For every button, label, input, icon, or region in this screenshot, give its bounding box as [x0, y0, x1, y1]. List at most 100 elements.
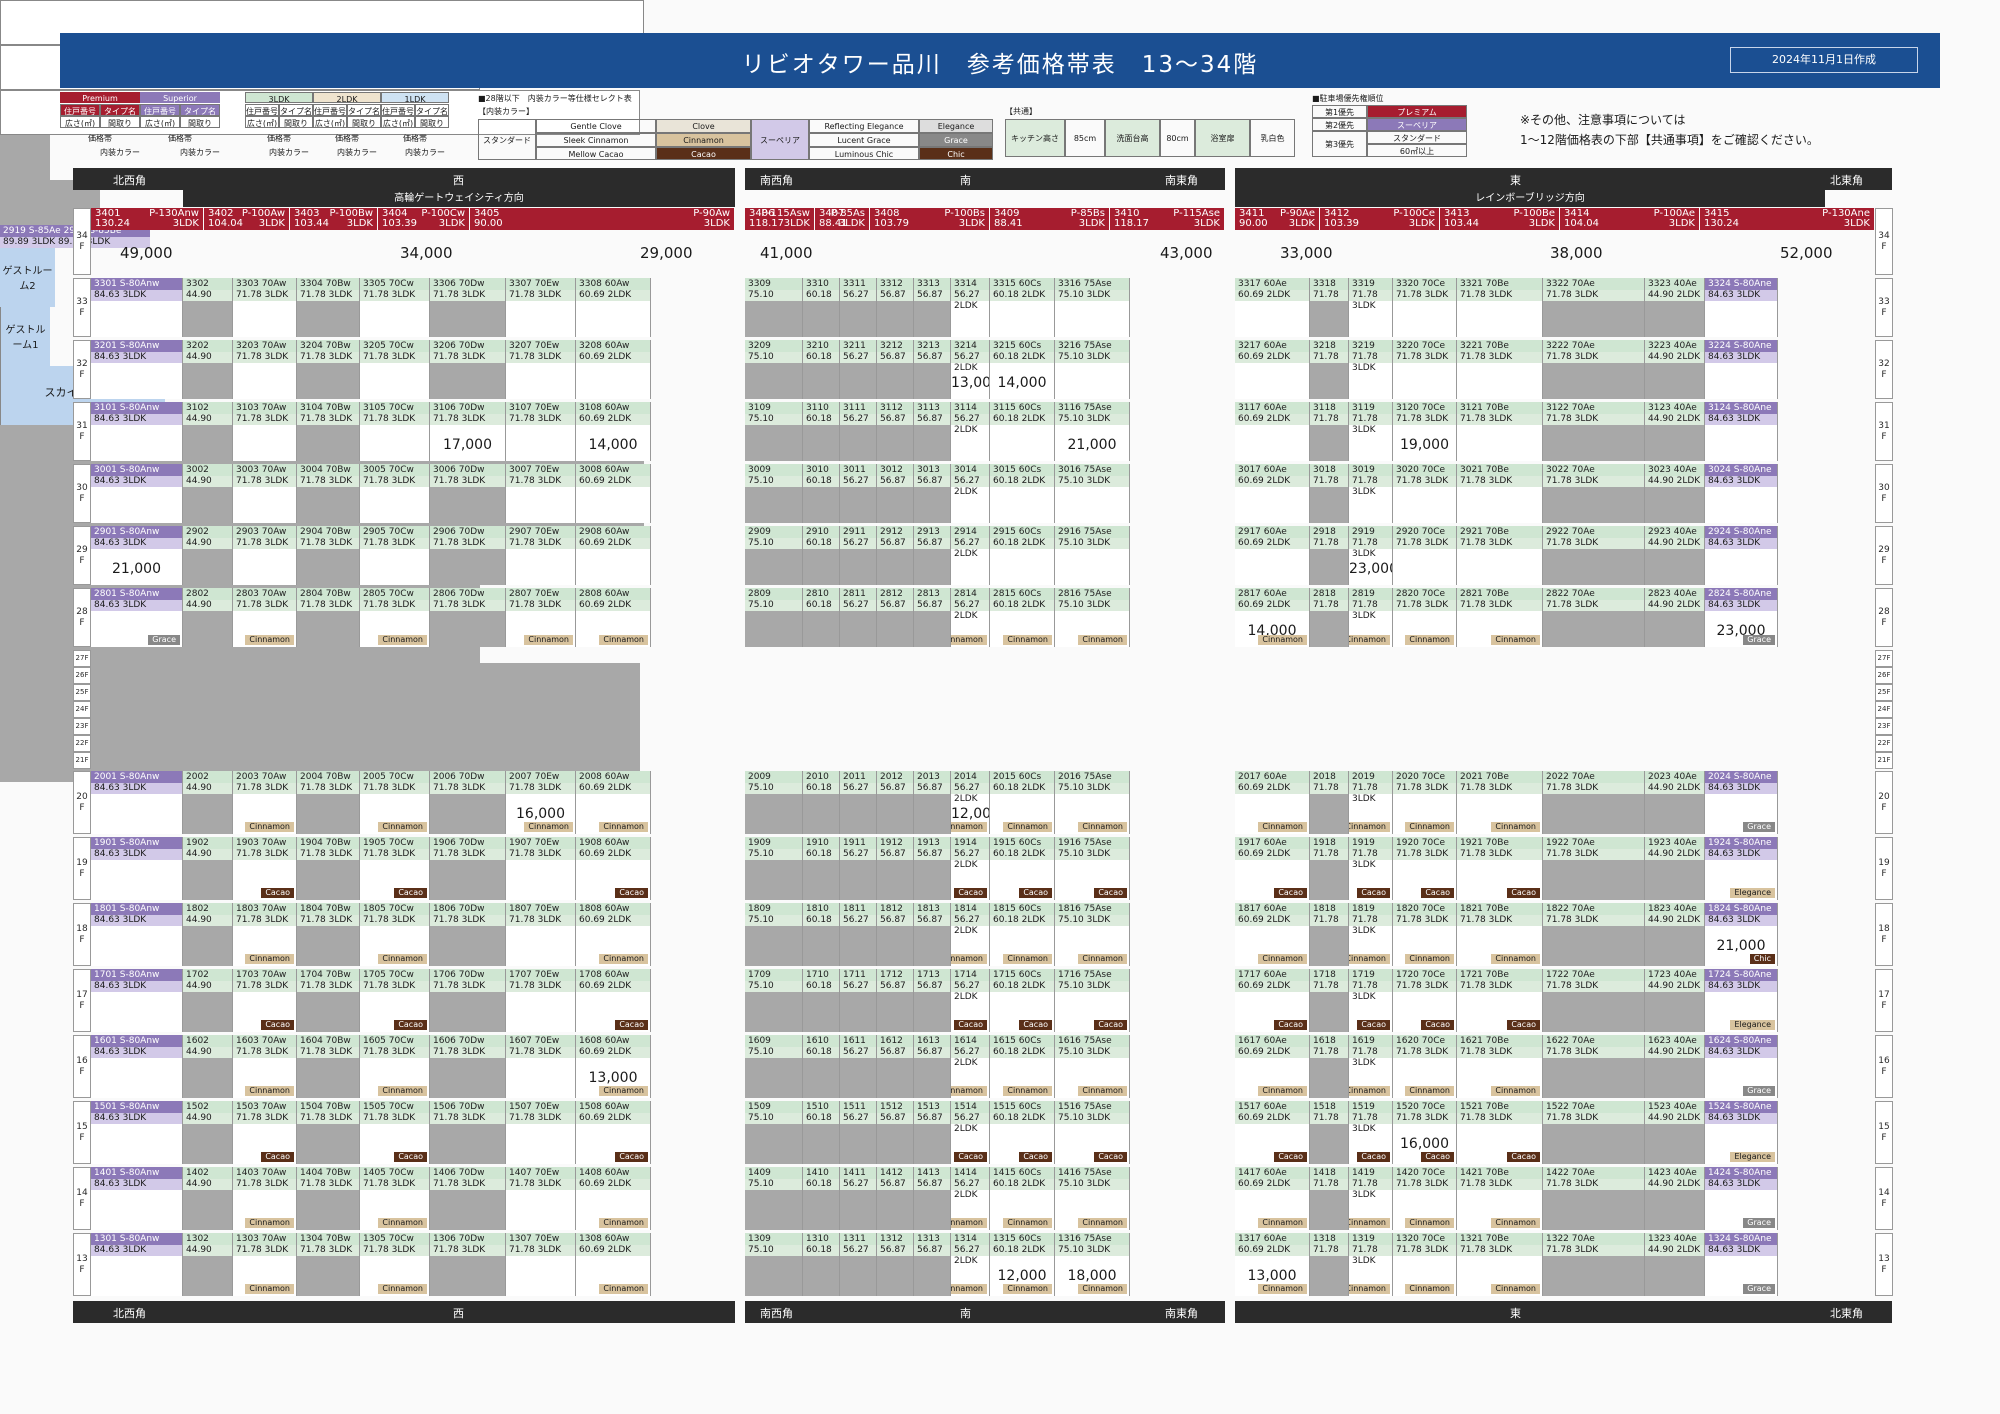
unavailable-fill: [1543, 301, 1644, 337]
unavailable-fill: [914, 992, 950, 1032]
unit-area-layout: 71.78 3LDK: [1457, 915, 1542, 926]
unit-area-layout: 60.18 2LDK: [990, 1113, 1054, 1124]
unavailable-fill: [183, 1190, 232, 1230]
unit-cell: 2819 70De71.78 3LDK Cinnamon: [1349, 588, 1393, 647]
unit-area-layout: 71.78 3LDK: [1349, 352, 1392, 373]
unit-area-layout: 44.90 2LDK: [183, 783, 232, 804]
unit-cell: 3209 75Asw75.10 3LDK: [745, 340, 803, 399]
price-value: 12,000: [997, 1268, 1047, 1284]
unit-number-type: 1518 70Ee: [1310, 1101, 1348, 1124]
interior-color-tag: Cinnamon: [378, 822, 427, 832]
unit-area-layout: 75.10 3LDK: [1055, 1047, 1129, 1058]
interior-color-tag: Cinnamon: [1405, 954, 1454, 964]
unavailable-fill: [1543, 487, 1644, 523]
unit-area-layout: 60.18 2LDK: [803, 352, 839, 373]
interior-color-tag: Cacao: [954, 1020, 987, 1030]
unavailable-fill: [430, 1058, 505, 1098]
unit-cell: 1707 70Ew 71.78 3LDK: [506, 969, 576, 1032]
unit-area-layout: 84.63 3LDK: [1705, 414, 1777, 425]
price-34: 52,000: [1780, 244, 1833, 262]
unit-number-type: 1624 S-80Ane: [1705, 1035, 1777, 1047]
unit-number-type: 1307 70Ew: [506, 1233, 575, 1245]
unavailable-fill: [1310, 860, 1348, 900]
price-value: 12,000: [951, 806, 989, 822]
gap-floor-right: 27F: [1875, 650, 1893, 667]
unit-area-layout: 71.78 3LDK: [1393, 915, 1456, 926]
unit-area-layout: 56.87 2LDK: [877, 1047, 913, 1068]
unit-number-type: 1408 60Aw: [576, 1167, 650, 1179]
unit-number-type: 1808 60Aw: [576, 903, 650, 915]
gap-floor-right: 24F: [1875, 701, 1893, 718]
unit-area-layout: 56.87 2LDK: [877, 1245, 913, 1266]
unit-cell: 2918 70Ee71.78 3LDK: [1310, 526, 1349, 585]
unit-number-type: 1519 70De: [1349, 1101, 1392, 1124]
unit-number-type: 2808 60Aw: [576, 588, 650, 600]
unavailable-fill: [1543, 926, 1644, 966]
unavailable-fill: [1543, 794, 1644, 834]
unit-area-layout: 44.90 2LDK: [1645, 600, 1704, 611]
price-34: 49,000: [120, 244, 173, 262]
unit-number-type: 3103 70Aw: [233, 402, 296, 414]
unit-number-type: 1708 60Aw: [576, 969, 650, 981]
unit-area-layout: 71.78 3LDK: [506, 1047, 575, 1058]
unit-number-type: 2007 70Ew: [506, 771, 575, 783]
unit-cell: 3115 60Cs 60.18 2LDK: [990, 402, 1055, 461]
unit-number-type: 2806 70Dw: [430, 588, 505, 600]
unit-number-type: 1601 S-80Anw: [91, 1035, 182, 1047]
unit-cell: 1814 55Fs56.27 2LDK Cinnamon: [951, 903, 990, 966]
floor-label-right: 31 F: [1875, 402, 1893, 461]
unit-cell: 3214 55Fs56.27 2LDK 13,000: [951, 340, 990, 399]
unit-cell: 1323 40Ae 44.90 2LDK: [1645, 1233, 1705, 1296]
unavailable-fill: [297, 1256, 359, 1296]
unit-area-layout: 60.18 2LDK: [803, 600, 839, 621]
unit-area-layout: 71.78 3LDK: [1543, 352, 1644, 363]
interior-color-tag: Cinnamon: [1491, 954, 1540, 964]
unit-number-type: 1520 70Ce: [1393, 1101, 1456, 1113]
unit-area-layout: 84.63 3LDK: [1705, 1047, 1777, 1058]
unit-area-layout: 75.10 3LDK: [1055, 600, 1129, 611]
unit-layout: 3LDK: [1288, 218, 1315, 229]
unit-number-type: 1907 70Ew: [506, 837, 575, 849]
unit-area-layout: 44.90 2LDK: [1645, 352, 1704, 363]
unit-cell: 2801 S-80Anw 84.63 3LDK Grace: [91, 588, 183, 647]
unit-number-type: 3308 60Aw: [576, 278, 650, 290]
unit-cell: 2014 55Fs56.27 2LDK 12,000Cinnamon: [951, 771, 990, 834]
unit-area-layout: 71.78 3LDK: [1393, 1047, 1456, 1058]
unit-area-layout: 84.63 3LDK: [91, 352, 182, 363]
unit-number-type: 2913 55Es: [914, 526, 950, 549]
unit-cell: 1619 70De71.78 3LDK Cinnamon: [1349, 1035, 1393, 1098]
unit-number-type: 3017 60Ae: [1235, 464, 1309, 476]
unavailable-fill: [840, 425, 876, 461]
unit-number-type: 1523 40Ae: [1645, 1101, 1704, 1113]
unit-cell: 1523 40Ae 44.90 2LDK: [1645, 1101, 1705, 1164]
unit-area-layout: 60.69 2LDK: [576, 352, 650, 363]
unit-number-type: 3110 60Bs: [803, 402, 839, 425]
unit-number-type: 1312 55Ds: [877, 1233, 913, 1256]
unavailable-fill: [1645, 425, 1704, 461]
unit-area-layout: 71.78 3LDK: [1393, 414, 1456, 425]
floor-label-left: 33 F: [73, 278, 91, 337]
nw-corner-label: 北西角: [113, 174, 146, 187]
unit-cell: 2008 60Aw 60.69 2LDK Cinnamon: [576, 771, 651, 834]
unit-number-type: 2820 70Ce: [1393, 588, 1456, 600]
unit-number-type: 2023 40Ae: [1645, 771, 1704, 783]
unit-number-type: 1613 55Es: [914, 1035, 950, 1058]
unit-cell: 1623 40Ae 44.90 2LDK: [1645, 1035, 1705, 1098]
unit-area-layout: 71.78 3LDK: [1310, 1047, 1348, 1068]
unit-cell: 2917 60Ae 60.69 2LDK: [1235, 526, 1310, 585]
unavailable-fill: [430, 611, 505, 647]
unit-area-layout: 71.78 3LDK: [297, 1113, 359, 1124]
unit-area-layout: 60.69 2LDK: [576, 1047, 650, 1058]
unit-number-type: 1322 70Ae: [1543, 1233, 1644, 1245]
unit-area-layout: 56.27 2LDK: [951, 352, 989, 373]
gap-fill-east: [0, 663, 640, 782]
unit-number-type: 1616 75Ase: [1055, 1035, 1129, 1047]
unit-cell: 1803 70Aw 71.78 3LDK Cinnamon: [233, 903, 297, 966]
gap-floor-right: 26F: [1875, 667, 1893, 684]
unit-area-layout: 71.78 3LDK: [430, 1047, 505, 1058]
floor-label-left: 30 F: [73, 464, 91, 523]
unit-number-type: 1603 70Aw: [233, 1035, 296, 1047]
interior-color-tag: Grace: [1743, 822, 1775, 832]
unavailable-fill: [183, 549, 232, 585]
unavailable-fill: [745, 794, 802, 834]
